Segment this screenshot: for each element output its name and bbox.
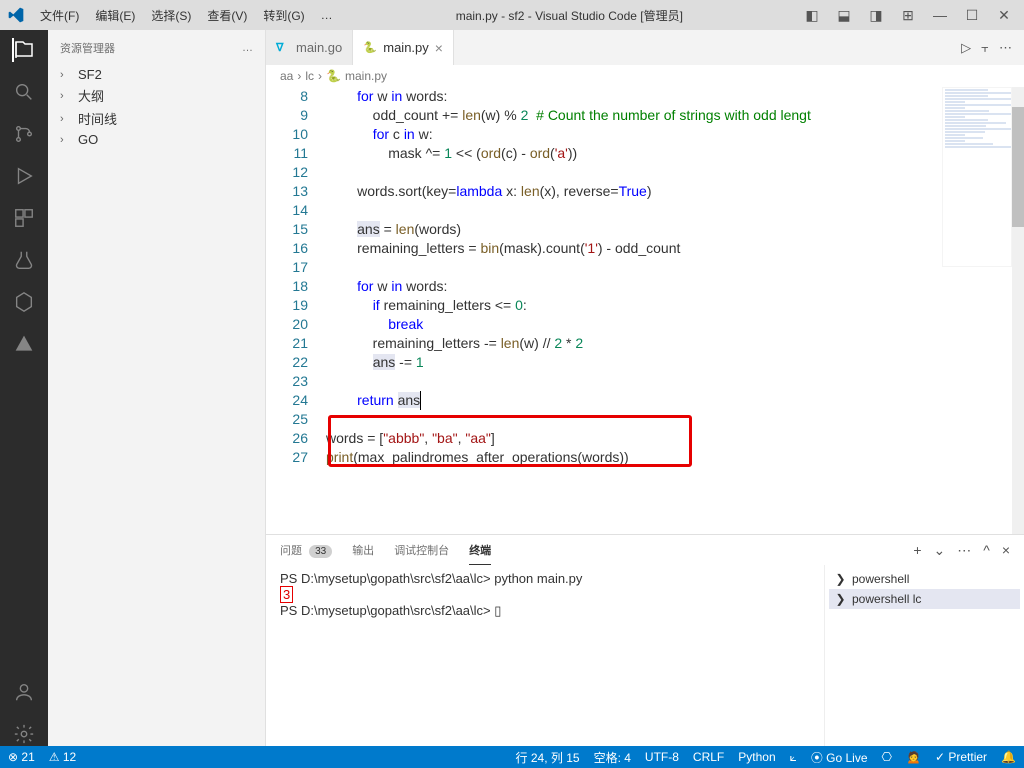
maximize-icon[interactable]: ☐ [960,7,984,24]
breadcrumb[interactable]: aa › lc › 🐍 main.py [266,65,1024,87]
python-file-icon: 🐍 [363,41,377,55]
status-errors[interactable]: ⊗ 21 [8,750,35,764]
sidebar-title: 资源管理器 [60,40,115,56]
new-terminal-icon[interactable]: + [913,542,921,559]
editor-tabs: ᐁ main.go 🐍 main.py × ▷ ⫟ ⋯ [266,30,1024,65]
run-icon[interactable]: ▷ [961,40,971,56]
sidebar-more-icon[interactable]: … [242,42,253,54]
chevron-right-icon: › [60,134,74,146]
status-prettier[interactable]: ✓ Prettier [935,750,987,764]
account-icon[interactable] [12,680,36,704]
status-bell-icon[interactable]: 🔔 [1001,750,1016,764]
panel-tab-debug[interactable]: 调试控制台 [394,536,449,564]
menu-edit[interactable]: 编辑(E) [89,5,141,26]
status-extra2-icon[interactable]: ⎔ [882,750,892,764]
filter-icon[interactable] [12,332,36,356]
status-bar: ⊗ 21 ⚠ 12 行 24, 列 15 空格: 4 UTF-8 CRLF Py… [0,746,1024,768]
panel-tab-problems[interactable]: 问题 33 [280,536,332,564]
panel-tab-terminal[interactable]: 终端 [469,536,491,565]
menu-view[interactable]: 查看(V) [201,5,253,26]
layout-right-icon[interactable]: ◨ [864,7,888,24]
split-editor-icon[interactable]: ⫟ [981,40,989,56]
tab-main-go[interactable]: ᐁ main.go [266,30,353,65]
hex-icon[interactable] [12,290,36,314]
minimize-icon[interactable]: — [928,7,952,23]
sidebar: 资源管理器 … ›SF2 ›大纲 ›时间线 ›GO [48,30,266,746]
extensions-icon[interactable] [12,206,36,230]
menu-more[interactable]: … [315,6,339,24]
status-warnings[interactable]: ⚠ 12 [49,750,76,764]
status-golive[interactable]: ⦿ Go Live [811,749,868,766]
status-encoding[interactable]: UTF-8 [645,750,679,764]
vertical-scrollbar[interactable] [1012,87,1024,534]
menu-select[interactable]: 选择(S) [145,5,197,26]
go-file-icon: ᐁ [276,41,290,55]
status-cursor-pos[interactable]: 行 24, 列 15 [516,749,580,766]
tree-item-timeline[interactable]: ›时间线 [52,107,261,130]
terminal-dropdown-icon[interactable]: ⌄ [934,542,946,559]
highlight-box [328,415,692,467]
tree-item-go[interactable]: ›GO [52,130,261,149]
tab-label: main.go [296,40,342,55]
explorer-icon[interactable] [12,38,36,62]
terminal-list: ❯powershell ❯powershell lc [824,565,1024,746]
tab-main-py[interactable]: 🐍 main.py × [353,30,454,65]
terminal-shell-icon: ❯ [835,572,846,586]
layout-bottom-icon[interactable]: ⬓ [832,7,856,24]
tab-label: main.py [383,40,429,55]
source-control-icon[interactable] [12,122,36,146]
terminal-item-powershell[interactable]: ❯powershell [829,569,1020,589]
tree-item-sf2[interactable]: ›SF2 [52,65,261,84]
python-file-icon: 🐍 [326,69,341,83]
chevron-right-icon: › [60,69,74,81]
activity-bar [0,30,48,746]
status-language[interactable]: Python [738,750,775,764]
editor-area: ᐁ main.go 🐍 main.py × ▷ ⫟ ⋯ aa › lc › 🐍 … [266,30,1024,746]
menu-file[interactable]: 文件(F) [34,5,85,26]
panel-tab-output[interactable]: 输出 [352,536,374,564]
settings-gear-icon[interactable] [12,722,36,746]
status-spaces[interactable]: 空格: 4 [594,749,631,766]
panel-maximize-icon[interactable]: ^ [983,542,990,559]
minimap[interactable] [942,87,1012,267]
terminal-output-highlight: 3 [280,586,293,603]
window-title: main.py - sf2 - Visual Studio Code [管理员] [343,7,796,24]
line-gutter: 89101112131415161718192021222324252627 [266,87,326,534]
layout-grid-icon[interactable]: ⊞ [896,7,920,24]
main-area: 资源管理器 … ›SF2 ›大纲 ›时间线 ›GO ᐁ main.go 🐍 ma… [0,30,1024,746]
close-icon[interactable]: ✕ [992,7,1016,24]
panel-close-icon[interactable]: × [1002,542,1010,559]
bottom-panel: 问题 33 输出 调试控制台 终端 + ⌄ ⋯ ^ × PS D:\mysetu… [266,534,1024,746]
search-icon[interactable] [12,80,36,104]
testing-icon[interactable] [12,248,36,272]
tab-close-icon[interactable]: × [435,40,443,56]
titlebar: 文件(F) 编辑(E) 选择(S) 查看(V) 转到(G) … main.py … [0,0,1024,30]
chevron-right-icon: › [60,113,74,125]
vscode-logo-icon [8,7,24,23]
terminal[interactable]: PS D:\mysetup\gopath\src\sf2\aa\lc> pyth… [266,565,824,746]
status-eol[interactable]: CRLF [693,750,724,764]
terminal-shell-icon: ❯ [835,592,846,606]
run-debug-icon[interactable] [12,164,36,188]
menu-goto[interactable]: 转到(G) [257,5,310,26]
layout-left-icon[interactable]: ◧ [800,7,824,24]
status-person-icon[interactable]: 🙍 [906,750,921,764]
terminal-item-powershell-lc[interactable]: ❯powershell lc [829,589,1020,609]
chevron-right-icon: › [60,90,74,102]
editor-more-icon[interactable]: ⋯ [999,40,1012,56]
status-extra1-icon[interactable]: ⟀ [790,750,797,765]
tree-item-outline[interactable]: ›大纲 [52,84,261,107]
code-editor[interactable]: 89101112131415161718192021222324252627 f… [266,87,1024,534]
panel-more-icon[interactable]: ⋯ [957,542,971,559]
